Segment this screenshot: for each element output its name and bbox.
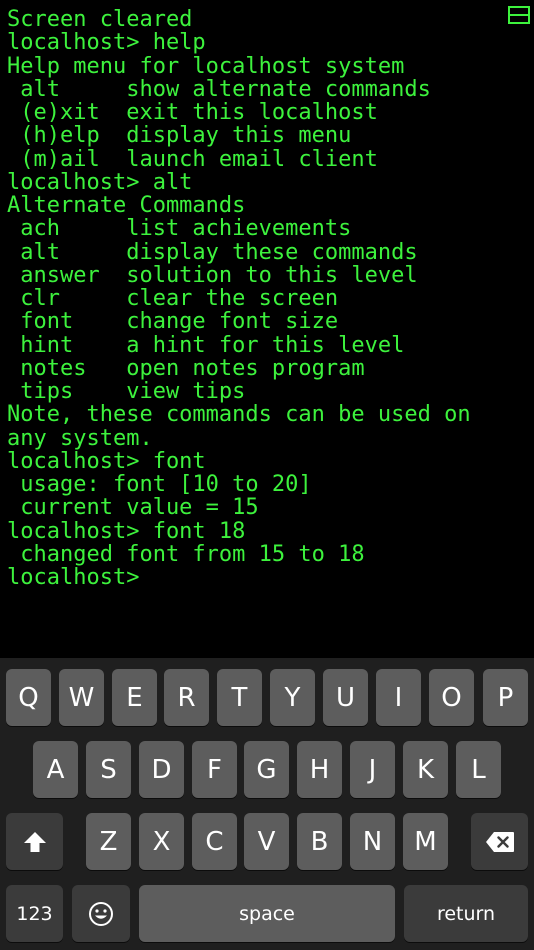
terminal-line: Screen cleared	[7, 7, 193, 32]
terminal-output: Screen cleared localhost> help Help menu f…	[7, 7, 471, 590]
key-x[interactable]: X	[139, 813, 184, 870]
menu-button[interactable]	[508, 6, 530, 26]
terminal-line: Note, these commands can be used on	[7, 402, 471, 428]
menu-icon	[508, 14, 530, 24]
terminal-line: notes open notes program	[7, 355, 365, 381]
backspace-icon	[485, 831, 514, 852]
key-c[interactable]: C	[192, 813, 237, 870]
key-e[interactable]: E	[112, 669, 157, 726]
terminal-line: clr clear the screen	[7, 286, 339, 311]
key-i[interactable]: I	[376, 669, 421, 726]
key-p[interactable]: P	[483, 669, 528, 726]
terminal-line: (e)xit exit this localhost	[7, 100, 378, 125]
keyboard: Q W E R T Y U I O P A S D F G H J K L Z …	[0, 658, 534, 950]
key-j[interactable]: J	[350, 741, 395, 798]
terminal-line: localhost>	[7, 565, 140, 590]
key-h[interactable]: H	[297, 741, 342, 798]
key-a[interactable]: A	[33, 741, 78, 798]
key-o[interactable]: O	[429, 669, 474, 726]
key-r[interactable]: R	[164, 669, 209, 726]
terminal-line: localhost> alt	[7, 169, 193, 195]
terminal-line: (m)ail launch email client	[7, 146, 378, 172]
terminal-line: Alternate Commands	[7, 193, 246, 218]
key-g[interactable]: G	[244, 741, 289, 798]
key-z[interactable]: Z	[86, 813, 131, 870]
key-m[interactable]: M	[403, 813, 448, 870]
terminal-line: answer solution to this level	[7, 262, 418, 288]
terminal-line: any system.	[7, 425, 153, 451]
terminal-line: current value = 15	[7, 495, 259, 521]
terminal-line: localhost> font 18	[7, 518, 246, 544]
key-s[interactable]: S	[86, 741, 131, 798]
terminal-screen[interactable]: Screen cleared localhost> help Help menu f…	[0, 0, 534, 658]
emoji-icon	[89, 901, 113, 926]
terminal-line: changed font from 15 to 18	[7, 541, 365, 567]
terminal-line: font change font size	[7, 309, 339, 335]
terminal-line: Help menu for localhost system	[7, 53, 405, 79]
return-key[interactable]: return	[404, 885, 528, 942]
key-f[interactable]: F	[192, 741, 237, 798]
terminal-line: usage: font [10 to 20]	[7, 472, 312, 497]
key-k[interactable]: K	[403, 741, 448, 798]
key-l[interactable]: L	[456, 741, 501, 798]
key-b[interactable]: B	[297, 813, 342, 870]
key-d[interactable]: D	[139, 741, 184, 798]
terminal-line: alt show alternate commands	[7, 76, 431, 102]
terminal-line: ach list achievements	[7, 216, 352, 242]
emoji-key[interactable]	[72, 885, 130, 942]
terminal-line: hint a hint for this level	[7, 332, 405, 358]
key-y[interactable]: Y	[270, 669, 315, 726]
key-t[interactable]: T	[217, 669, 262, 726]
key-w[interactable]: W	[59, 669, 104, 726]
key-n[interactable]: N	[350, 813, 395, 870]
key-u[interactable]: U	[323, 669, 368, 726]
key-q[interactable]: Q	[6, 669, 51, 726]
space-key[interactable]: space	[139, 885, 395, 942]
backspace-key[interactable]	[471, 813, 528, 870]
terminal-line: localhost> font	[7, 448, 206, 474]
terminal-line: tips view tips	[7, 379, 246, 404]
shift-key[interactable]	[6, 813, 63, 870]
key-v[interactable]: V	[244, 813, 289, 870]
numbers-key[interactable]: 123	[6, 885, 63, 942]
terminal-line: alt display these commands	[7, 239, 418, 265]
shift-arrow-icon	[23, 831, 46, 852]
terminal-line: localhost> help	[7, 30, 206, 56]
terminal-line: (h)elp display this menu	[7, 123, 352, 149]
